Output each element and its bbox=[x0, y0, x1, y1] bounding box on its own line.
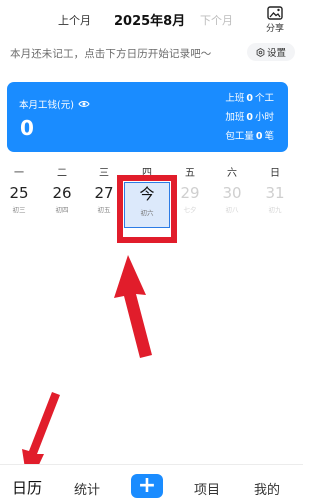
eye-icon[interactable] bbox=[78, 100, 90, 108]
share-label: 分享 bbox=[265, 24, 284, 34]
month-navigation: 上个月 2025年8月 下个月 分享 bbox=[0, 0, 303, 40]
day-lunar: 七夕 bbox=[183, 206, 197, 214]
overtime-prefix: 加班 bbox=[225, 112, 245, 123]
current-month-title: 2025年8月 bbox=[114, 14, 186, 29]
today-marker: 今 bbox=[139, 185, 155, 203]
bottom-tab-bar: 日历 统计 + 项目 我的 bbox=[0, 464, 303, 503]
day-number: 31 bbox=[265, 184, 285, 202]
day-lunar: 初八 bbox=[225, 206, 239, 214]
next-month-button[interactable]: 下个月 bbox=[200, 12, 233, 28]
weekday-label: 五 bbox=[185, 168, 195, 179]
add-record-button[interactable]: + bbox=[131, 474, 163, 498]
day-number: 27 bbox=[94, 184, 114, 202]
tab-calendar[interactable]: 日历 bbox=[12, 477, 42, 498]
weekday-label: 二 bbox=[57, 168, 67, 179]
work-days-prefix: 上班 bbox=[225, 93, 245, 104]
gear-icon bbox=[256, 47, 265, 57]
settings-label: 设置 bbox=[266, 48, 286, 59]
earnings-label-row: 本月工钱(元) bbox=[19, 97, 90, 111]
overtime-stat: 加班 0 小时 bbox=[225, 109, 274, 123]
weekday-label: 日 bbox=[270, 168, 280, 179]
calendar-day[interactable]: 25 初三 bbox=[1, 184, 37, 214]
earnings-label: 本月工钱(元) bbox=[19, 100, 74, 111]
day-lunar: 初三 bbox=[12, 206, 26, 214]
overtime-value: 0 bbox=[246, 112, 253, 123]
overtime-unit: 小时 bbox=[254, 112, 274, 123]
day-lunar: 初六 bbox=[140, 209, 154, 217]
day-lunar: 初五 bbox=[97, 206, 111, 214]
weekday-label: 一 bbox=[14, 168, 24, 179]
day-number: 29 bbox=[180, 184, 200, 202]
piecework-prefix: 包工量 bbox=[225, 131, 254, 142]
share-image-icon bbox=[267, 6, 283, 20]
day-number: 30 bbox=[222, 184, 242, 202]
weekday-label: 六 bbox=[227, 168, 237, 179]
calendar-day[interactable]: 29 七夕 bbox=[172, 184, 208, 214]
share-button[interactable]: 分享 bbox=[262, 6, 288, 34]
empty-record-notice: 本月还未记工，点击下方日历开始记录吧～ bbox=[10, 48, 212, 60]
settings-button[interactable]: 设置 bbox=[247, 43, 295, 61]
annotation-arrows bbox=[22, 255, 152, 488]
piecework-stat: 包工量 0 笔 bbox=[225, 128, 274, 142]
piecework-unit: 笔 bbox=[264, 131, 274, 142]
arrow-to-today bbox=[114, 255, 152, 358]
calendar-day[interactable]: 31 初九 bbox=[257, 184, 293, 214]
day-lunar: 初九 bbox=[268, 206, 282, 214]
calendar-day[interactable]: 26 初四 bbox=[44, 184, 80, 214]
work-days-value: 0 bbox=[246, 93, 253, 104]
earnings-amount: 0 bbox=[20, 116, 34, 140]
day-number: 26 bbox=[52, 184, 72, 202]
work-days-stat: 上班 0 个工 bbox=[225, 90, 274, 104]
calendar-day[interactable]: 27 初五 bbox=[86, 184, 122, 214]
prev-month-button[interactable]: 上个月 bbox=[58, 12, 91, 28]
tab-statistics[interactable]: 统计 bbox=[74, 479, 100, 498]
piecework-value: 0 bbox=[255, 131, 263, 142]
work-days-unit: 个工 bbox=[254, 93, 274, 104]
monthly-earnings-card[interactable]: 本月工钱(元) 0 上班 0 个工 加班 0 小时 包工量 0 笔 bbox=[7, 82, 288, 152]
tab-projects[interactable]: 项目 bbox=[194, 479, 220, 498]
today-day-cell[interactable]: 今 初六 bbox=[124, 182, 170, 228]
calendar-day[interactable]: 30 初八 bbox=[214, 184, 250, 214]
day-number: 25 bbox=[9, 184, 29, 202]
day-lunar: 初四 bbox=[55, 206, 69, 214]
tab-profile[interactable]: 我的 bbox=[254, 479, 280, 498]
weekday-label: 三 bbox=[99, 168, 109, 179]
